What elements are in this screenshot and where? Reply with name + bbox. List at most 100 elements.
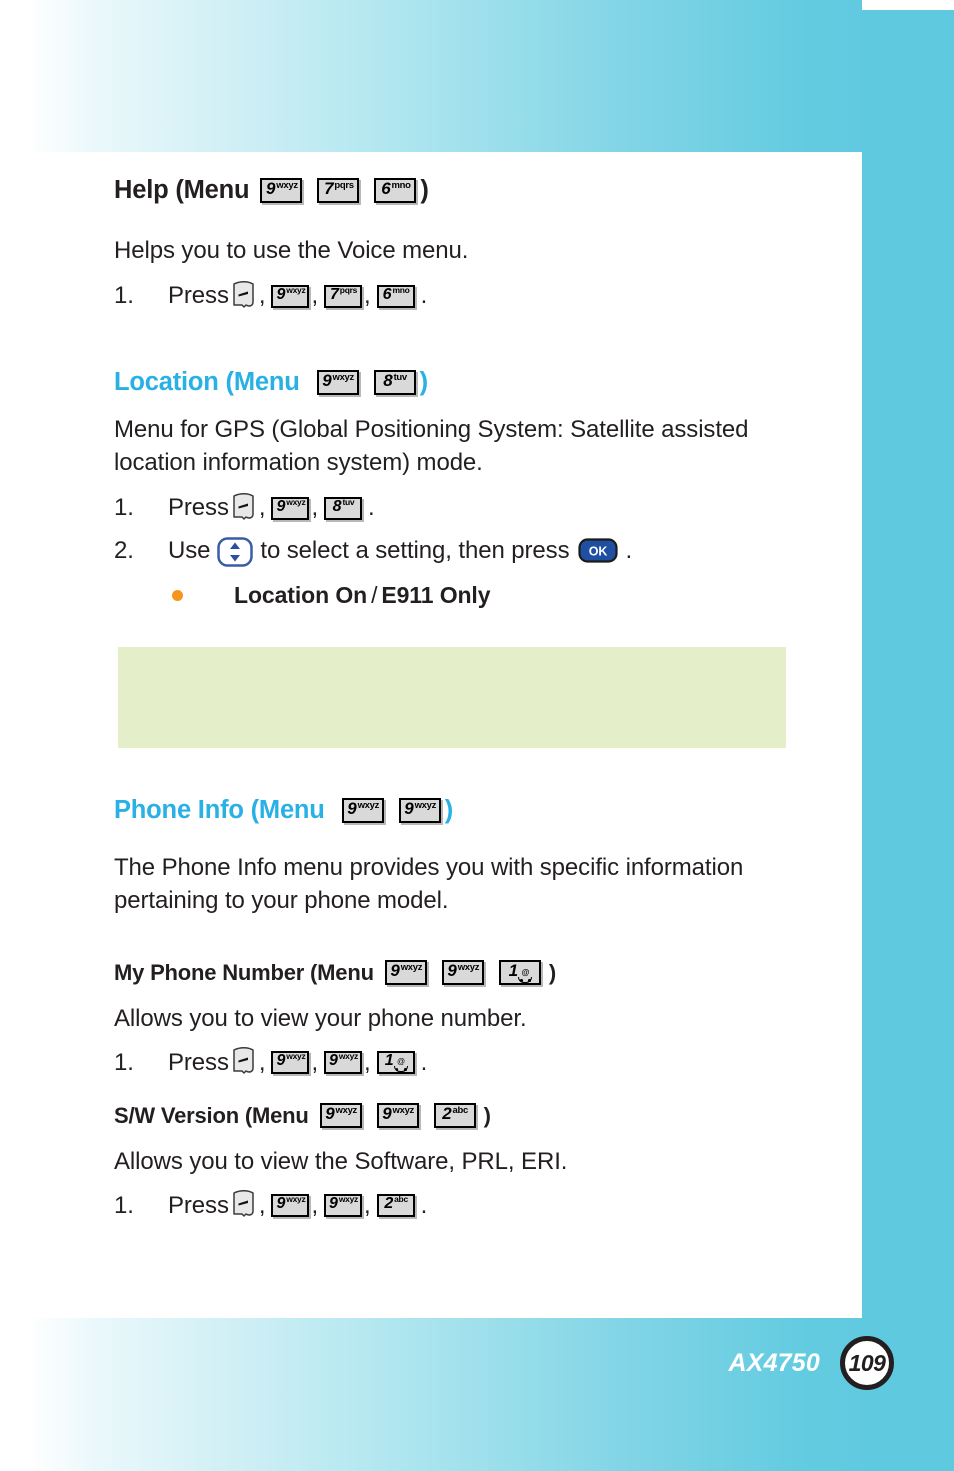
comma: , xyxy=(364,282,371,310)
heading-sw-version: S/W Version (Menu 9 wxyz 9 wxyz 2 abc ) xyxy=(114,1103,802,1129)
key-7-pqrs: 7 pqrs xyxy=(324,284,363,308)
voicemail-at-icon: @ xyxy=(518,969,533,984)
help-step-1-body: Press , 9 wxyz , 7 pqrs , 6 mno . xyxy=(168,280,428,310)
location-step-2-middle: to select a setting, then press xyxy=(260,537,570,565)
bullet-option-e911-only: E911 Only xyxy=(381,582,491,609)
location-step-1-body: Press , 9 wxyz , 8 tuv . xyxy=(168,492,375,522)
comma: , xyxy=(258,282,266,310)
key-6-mno: 6 mno xyxy=(376,284,415,308)
key-8-tuv: 8 tuv xyxy=(373,370,416,396)
key-1-voicemail: 1 @ xyxy=(498,960,541,986)
location-bullet-1: Location On / E911 Only xyxy=(114,582,802,609)
my-phone-number-step-1: 1. Press , 9 wxyz , 9 wxyz , 1 @ . xyxy=(114,1047,802,1077)
location-step-1: 1. Press , 9 wxyz , 8 tuv . xyxy=(114,492,802,522)
send-key-icon xyxy=(231,1190,256,1218)
heading-my-phone-number: My Phone Number (Menu 9 wxyz 9 wxyz 1 @ ) xyxy=(114,960,802,986)
manual-page: Help (Menu 9 wxyz 7 pqrs 6 mno ) Helps you … xyxy=(0,0,954,1471)
send-key-icon xyxy=(231,280,256,308)
location-step-2-number: 2. xyxy=(114,537,134,565)
key-7-pqrs: 7 pqrs xyxy=(317,178,360,203)
bullet-separator: / xyxy=(371,582,378,609)
location-body-text: Menu for GPS (Global Positioning System:… xyxy=(114,416,749,477)
heading-my-phone-number-close-paren: ) xyxy=(548,959,556,985)
comma: , xyxy=(364,1048,371,1076)
comma: , xyxy=(258,494,266,522)
my-phone-number-step-1-number: 1. xyxy=(114,1048,134,1076)
svg-text:OK: OK xyxy=(589,544,608,558)
my-phone-number-step-1-body: Press , 9 wxyz , 9 wxyz , 1 @ . xyxy=(168,1047,428,1077)
key-9-wxyz: 9 wxyz xyxy=(384,960,427,986)
comma: , xyxy=(311,1191,319,1219)
sw-version-step-1-body: Press , 9 wxyz , 9 wxyz , 2 abc . xyxy=(168,1190,428,1220)
heading-my-phone-number-title: My Phone Number (Menu xyxy=(114,959,374,985)
location-step-1-suffix: . xyxy=(368,494,375,522)
location-step-2: 2. Use to select a setting, then press O… xyxy=(114,536,802,568)
heading-sw-version-title: S/W Version (Menu xyxy=(114,1102,309,1128)
my-phone-number-step-1-prefix: Press xyxy=(168,1048,229,1076)
section-help: Help (Menu 9 wxyz 7 pqrs 6 mno ) Helps you … xyxy=(114,176,802,310)
section-sw-version: S/W Version (Menu 9 wxyz 9 wxyz 2 abc ) All… xyxy=(114,1103,802,1220)
key-9-wxyz: 9 wxyz xyxy=(324,1194,363,1218)
key-9-wxyz: 9 wxyz xyxy=(398,798,441,824)
section-my-phone-number: My Phone Number (Menu 9 wxyz 9 wxyz 1 @ ) … xyxy=(114,960,802,1077)
key-9-wxyz: 9 wxyz xyxy=(316,370,359,396)
tape-reels-icon xyxy=(518,977,533,984)
bullet-option-location-on: Location On xyxy=(234,582,368,609)
comma: , xyxy=(258,1048,266,1076)
key-9-wxyz: 9 wxyz xyxy=(260,178,303,203)
key-9-wxyz: 9 wxyz xyxy=(376,1103,419,1129)
heading-location: Location (Menu 9 wxyz 8 tuv ) xyxy=(114,368,802,397)
right-cyan-rail xyxy=(862,10,954,1471)
bullet-dot-icon xyxy=(172,590,183,602)
phone-info-body-text: The Phone Info menu provides you with sp… xyxy=(114,854,744,915)
key-9-wxyz: 9 wxyz xyxy=(319,1103,362,1129)
comma: , xyxy=(311,1048,319,1076)
key-9-wxyz: 9 wxyz xyxy=(441,960,484,986)
page-content: Help (Menu 9 wxyz 7 pqrs 6 mno ) Helps you … xyxy=(0,152,862,1318)
section-location: Location (Menu 9 wxyz 8 tuv ) Menu for GPS… xyxy=(114,368,802,749)
at-symbol: @ xyxy=(396,1057,406,1067)
send-key-icon xyxy=(231,1047,256,1074)
heading-help-close-paren: ) xyxy=(420,176,429,204)
key-1-voicemail: 1 @ xyxy=(376,1051,415,1075)
sw-version-step-1: 1. Press , 9 wxyz , 9 wxyz , 2 abc . xyxy=(114,1190,802,1220)
top-gradient-band xyxy=(0,0,954,152)
comma: , xyxy=(258,1191,266,1219)
key-9-wxyz: 9 wxyz xyxy=(271,496,310,520)
heading-phone-info-close-paren: ) xyxy=(444,796,454,825)
key-2-abc: 2 abc xyxy=(376,1194,415,1218)
key-9-wxyz: 9 wxyz xyxy=(271,1194,310,1218)
my-phone-number-body-text: Allows you to view your phone number. xyxy=(114,1004,527,1032)
heading-help: Help (Menu 9 wxyz 7 pqrs 6 mno ) xyxy=(114,176,802,205)
tape-reels-icon xyxy=(394,1066,408,1073)
nav-up-down-key-icon xyxy=(217,537,254,568)
heading-help-title: Help (Menu xyxy=(114,176,250,204)
key-9-wxyz: 9 wxyz xyxy=(324,1051,363,1075)
help-step-1-prefix: Press xyxy=(168,282,229,310)
bottom-gradient-band xyxy=(0,1318,954,1471)
heading-sw-version-close-paren: ) xyxy=(483,1102,491,1128)
heading-location-close-paren: ) xyxy=(419,368,429,397)
location-step-2-body: Use to select a setting, then press OK . xyxy=(168,536,633,568)
ok-key-icon: OK xyxy=(578,538,619,563)
key-9-wxyz: 9 wxyz xyxy=(271,284,310,308)
heading-phone-info: Phone Info (Menu 9 wxyz 9 wxyz ) xyxy=(114,796,802,825)
location-step-2-prefix: Use xyxy=(168,537,211,565)
sw-version-step-1-number: 1. xyxy=(114,1191,134,1219)
sw-version-step-1-prefix: Press xyxy=(168,1191,229,1219)
key-6-mno: 6 mno xyxy=(374,178,417,203)
sw-version-step-1-suffix: . xyxy=(420,1191,428,1219)
key-9-wxyz: 9 wxyz xyxy=(341,798,384,824)
help-step-1-number: 1. xyxy=(114,282,134,310)
heading-location-title: Location (Menu xyxy=(114,368,300,397)
my-phone-number-step-1-suffix: . xyxy=(420,1048,428,1076)
help-body-text: Helps you to use the Voice menu. xyxy=(114,237,469,264)
help-step-1-suffix: . xyxy=(420,282,428,310)
send-key-icon xyxy=(231,492,256,520)
comma: , xyxy=(364,1191,371,1219)
location-step-2-suffix: . xyxy=(625,537,633,565)
location-step-1-prefix: Press xyxy=(168,494,229,522)
sw-version-body-text: Allows you to view the Software, PRL, ER… xyxy=(114,1147,568,1175)
heading-phone-info-title: Phone Info (Menu xyxy=(114,796,325,825)
section-phone-info: Phone Info (Menu 9 wxyz 9 wxyz ) The Phone… xyxy=(114,796,802,917)
